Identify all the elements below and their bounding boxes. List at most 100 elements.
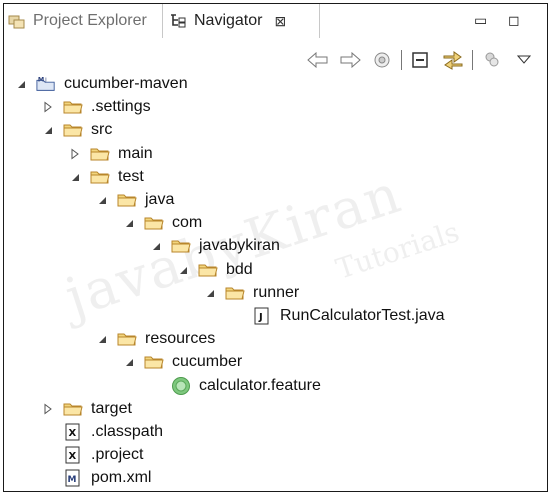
svg-text:M: M <box>68 475 77 485</box>
svg-text:X: X <box>69 428 77 439</box>
navigator-view: Project Explorer Navigator ⊠ ▭ ◻ javabyK… <box>3 3 548 492</box>
no-twisty <box>41 448 55 462</box>
tree-item-classpath[interactable]: X .classpath <box>41 421 163 443</box>
expanded-arrow-icon[interactable] <box>41 123 55 137</box>
java-file-icon: J <box>252 307 272 325</box>
collapsed-arrow-icon[interactable] <box>41 100 55 114</box>
folder-icon <box>90 145 110 163</box>
tree-item-target[interactable]: target <box>41 398 132 420</box>
tab-navigator[interactable]: Navigator ⊠ <box>162 4 320 38</box>
tree-item-runcalculatortest-java[interactable]: J RunCalculatorTest.java <box>230 305 445 327</box>
folder-icon <box>198 261 218 279</box>
tree-item-label: main <box>118 144 153 162</box>
folder-icon <box>117 191 137 209</box>
maven-project-icon: MJ <box>36 75 56 93</box>
tree-item-javabykiran[interactable]: javabykiran <box>149 235 280 257</box>
folder-icon <box>90 168 110 186</box>
folder-icon <box>144 353 164 371</box>
expanded-arrow-icon[interactable] <box>122 355 136 369</box>
tab-project-explorer[interactable]: Project Explorer <box>8 4 147 38</box>
xml-file-icon: X <box>63 423 83 441</box>
tree-item-label: com <box>172 214 203 232</box>
expanded-arrow-icon[interactable] <box>176 263 190 277</box>
link-with-editor-icon[interactable] <box>440 49 466 71</box>
minimize-icon[interactable]: ▭ <box>474 12 487 29</box>
feature-file-icon <box>171 376 191 395</box>
pom-file-icon: M <box>63 469 83 487</box>
expanded-arrow-icon[interactable] <box>122 216 136 230</box>
tree-item-pom-xml[interactable]: Mpom.xml <box>41 467 151 489</box>
tree-item-runner[interactable]: runner <box>203 282 299 304</box>
tree-item-label: .project <box>91 446 144 464</box>
tree-item-label: bdd <box>226 260 253 278</box>
tree-item-resources[interactable]: resources <box>95 328 215 350</box>
view-tab-bar: Project Explorer Navigator ⊠ ▭ ◻ <box>4 4 547 38</box>
expanded-arrow-icon[interactable] <box>203 286 217 300</box>
tree-item-label: src <box>91 121 113 139</box>
tree-item-label: .settings <box>91 98 151 116</box>
forward-arrow-icon[interactable] <box>337 49 363 71</box>
svg-text:J: J <box>44 77 47 83</box>
folder-icon <box>144 214 164 232</box>
tree-item-label: calculator.feature <box>199 376 321 394</box>
tree-item-label: RunCalculatorTest.java <box>280 307 445 324</box>
collapse-all-icon[interactable] <box>408 49 434 71</box>
tree-item-main[interactable]: main <box>68 143 153 165</box>
collapsed-arrow-icon[interactable] <box>41 402 55 416</box>
folder-icon <box>117 330 137 348</box>
close-icon[interactable]: ⊠ <box>274 13 286 30</box>
tree-item-label: .classpath <box>91 423 164 440</box>
toolbar-separator <box>401 50 402 70</box>
view-filter-icon[interactable] <box>479 49 505 71</box>
tree-item-cucumber[interactable]: cucumber <box>122 351 242 373</box>
expanded-arrow-icon[interactable] <box>14 77 28 91</box>
svg-text:M: M <box>38 76 44 83</box>
tree-item-label: resources <box>145 330 216 348</box>
expanded-arrow-icon[interactable] <box>95 332 109 346</box>
folder-icon <box>63 121 83 139</box>
tab-label: Navigator <box>194 12 263 29</box>
no-twisty <box>149 379 163 393</box>
expanded-arrow-icon[interactable] <box>95 193 109 207</box>
tree-item-com[interactable]: com <box>122 212 202 234</box>
view-menu-icon[interactable] <box>511 49 537 71</box>
tree-item-cucumber-maven[interactable]: M Jcucumber-maven <box>14 73 188 95</box>
tree-item-label: java <box>145 191 175 208</box>
tree-item-src[interactable]: src <box>41 119 112 141</box>
navigator-toolbar <box>299 48 537 72</box>
tree-item-test[interactable]: test <box>68 166 144 188</box>
no-twisty <box>41 471 55 485</box>
xml-file-icon: X <box>63 446 83 464</box>
expanded-arrow-icon[interactable] <box>149 239 163 253</box>
tree-item-label: cucumber-maven <box>64 75 188 92</box>
tree-item-label: pom.xml <box>91 469 152 487</box>
svg-text:J: J <box>258 312 263 323</box>
no-twisty <box>230 309 244 323</box>
tree-item-project[interactable]: X .project <box>41 444 143 466</box>
folder-icon <box>171 237 191 255</box>
maximize-icon[interactable]: ◻ <box>508 12 520 29</box>
tree-item-settings[interactable]: .settings <box>41 96 151 118</box>
tree-item-label: cucumber <box>172 353 243 371</box>
tab-label: Project Explorer <box>33 12 147 29</box>
tree-item-calculator-feature[interactable]: calculator.feature <box>149 375 321 397</box>
collapsed-arrow-icon[interactable] <box>68 147 82 161</box>
tree-item-bdd[interactable]: bdd <box>176 259 253 281</box>
folder-icon <box>63 98 83 116</box>
folder-icon <box>63 400 83 418</box>
tree-item-label: target <box>91 399 132 417</box>
tree-item-label: runner <box>253 283 300 301</box>
tree-item-java[interactable]: java <box>95 189 174 211</box>
go-into-icon[interactable] <box>369 49 395 71</box>
tree-item-label: javabykiran <box>199 237 280 255</box>
folder-icon <box>225 284 245 302</box>
no-twisty <box>41 425 55 439</box>
navigator-icon <box>169 12 187 30</box>
svg-text:X: X <box>69 451 77 462</box>
toolbar-separator <box>472 50 473 70</box>
project-explorer-icon <box>8 12 26 30</box>
back-arrow-icon[interactable] <box>305 49 331 71</box>
expanded-arrow-icon[interactable] <box>68 170 82 184</box>
watermark-subtext: Tutorials <box>332 215 464 286</box>
tree-item-label: test <box>118 167 144 185</box>
